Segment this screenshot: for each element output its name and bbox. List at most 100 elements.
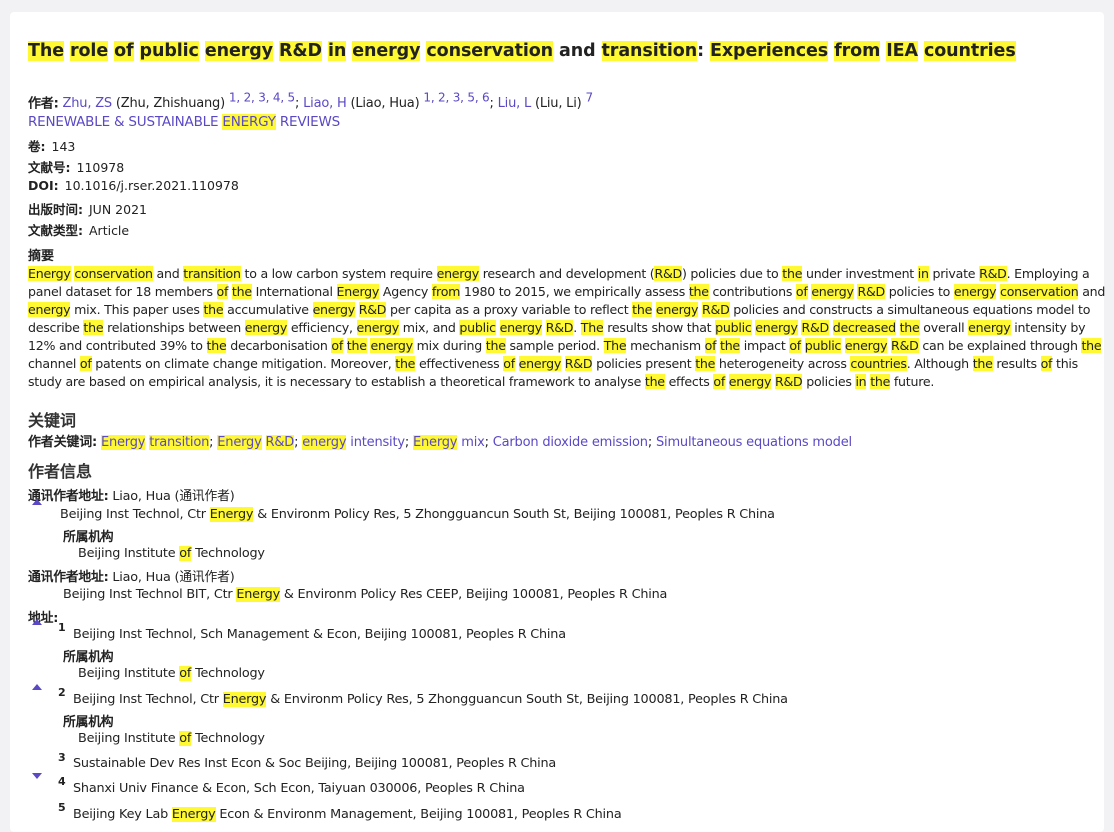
highlighted-term: the xyxy=(720,338,740,353)
highlighted-term: Energy xyxy=(171,807,216,822)
highlighted-term: Energy xyxy=(28,266,71,281)
author-affiliation-refs[interactable]: 1, 2, 3, 4, 5 xyxy=(229,91,295,105)
highlighted-term: from xyxy=(431,284,461,299)
author-full-name: (Liao, Hua) xyxy=(346,96,424,112)
author-full-name: (Zhu, Zhishuang) xyxy=(111,96,229,112)
title-term: public xyxy=(139,41,199,61)
affiliation-label: 所属机构 xyxy=(63,650,114,665)
abstract-line: energy mix. This paper uses the accumula… xyxy=(28,302,1091,317)
article-number-label: 文献号: xyxy=(28,160,71,175)
highlighted-term: R&D xyxy=(801,320,829,335)
title-term: of xyxy=(114,41,134,61)
author-link[interactable]: Liu, L xyxy=(498,96,532,111)
abstract-line: 12% and contributed 39% to the decarboni… xyxy=(28,338,1102,353)
highlighted-term: decreased xyxy=(832,320,896,335)
highlighted-term: the xyxy=(782,266,803,281)
highlighted-term: the xyxy=(83,320,104,335)
doi-label: DOI: xyxy=(28,178,59,193)
keyword-link[interactable]: Energy mix xyxy=(412,435,485,450)
journal-link[interactable]: RENEWABLE & SUSTAINABLE ENERGY REVIEWS xyxy=(28,114,340,130)
title-term: from xyxy=(834,41,881,61)
address-text: Beijing Key Lab Energy Econ & Environm M… xyxy=(73,807,622,822)
highlighted-term: R&D xyxy=(702,302,730,317)
title-term: The xyxy=(28,41,64,61)
highlighted-term: of xyxy=(789,338,801,353)
affiliation-name: Beijing Institute of Technology xyxy=(78,546,265,561)
highlighted-term: public xyxy=(804,338,842,353)
highlighted-term: conservation xyxy=(1000,284,1079,299)
highlighted-term: the xyxy=(688,284,709,299)
highlighted-term: energy xyxy=(356,320,399,335)
address-number: 5 xyxy=(58,801,66,814)
highlighted-term: the xyxy=(972,356,993,371)
highlighted-term: energy xyxy=(244,320,288,335)
address-number: 3 xyxy=(58,751,66,764)
highlighted-term: the xyxy=(870,374,891,389)
highlighted-term: R&D xyxy=(545,320,574,335)
highlighted-term: Energy xyxy=(236,587,280,602)
highlighted-term: R&D xyxy=(979,266,1007,281)
highlighted-term: R&D xyxy=(774,374,803,389)
article-number-row: 文献号: 110978 xyxy=(28,157,124,176)
author-affiliation-refs[interactable]: 7 xyxy=(585,91,593,105)
journal-name-part: REVIEWS xyxy=(275,114,341,130)
highlighted-term: The xyxy=(580,320,604,335)
keyword-link[interactable]: energy intensity xyxy=(302,435,405,450)
keyword-link[interactable]: Energy R&D xyxy=(217,435,294,450)
keyword-link[interactable]: Energy transition xyxy=(100,435,209,450)
highlighted-term: of xyxy=(795,284,808,299)
author-link[interactable]: Liao, H xyxy=(303,96,347,111)
pubdate-label: 出版时间: xyxy=(28,202,83,217)
highlighted-term: R&D xyxy=(358,302,387,317)
corresponding-address-label: 通讯作者地址: xyxy=(28,570,109,585)
keyword-link[interactable]: Simultaneous equations model xyxy=(656,435,852,450)
highlighted-term: Energy xyxy=(336,284,380,299)
triangle-up-icon[interactable] xyxy=(32,499,42,505)
highlighted-term: of xyxy=(503,356,515,371)
highlighted-term: the xyxy=(1081,338,1102,353)
highlighted-term: energy xyxy=(436,266,479,281)
highlighted-term: of xyxy=(216,284,229,299)
highlighted-term: energy xyxy=(844,338,888,353)
highlighted-term: the xyxy=(206,338,227,353)
triangle-up-icon[interactable] xyxy=(32,619,42,625)
affiliation-label: 所属机构 xyxy=(63,715,114,730)
keyword-link[interactable]: Carbon dioxide emission xyxy=(493,435,648,450)
triangle-up-icon[interactable] xyxy=(32,684,42,690)
triangle-down-icon[interactable] xyxy=(32,773,42,779)
journal-name-highlight: ENERGY xyxy=(222,114,276,130)
abstract-label: 摘要 xyxy=(28,249,55,264)
address-number: 2 xyxy=(58,686,66,699)
abstract-line: study are based on empirical analysis, i… xyxy=(28,374,935,389)
highlighted-term: of xyxy=(179,666,192,681)
highlighted-term: of xyxy=(331,338,344,353)
keywords-list: Energy transition; Energy R&D; energy in… xyxy=(100,435,852,450)
highlighted-term: energy xyxy=(499,320,542,335)
title-term: transition xyxy=(601,41,698,61)
corresponding-author-name: Liao, Hua xyxy=(112,570,171,585)
highlighted-term: Energy xyxy=(217,435,262,450)
highlighted-term: Energy xyxy=(222,692,267,707)
highlighted-term: public xyxy=(459,320,496,335)
highlighted-term: transition xyxy=(183,266,241,281)
title-term: in xyxy=(327,41,347,61)
highlighted-term: energy xyxy=(728,374,772,389)
author-link[interactable]: Zhu, ZS xyxy=(63,96,113,111)
authors-label: 作者: xyxy=(28,96,59,112)
doctype-label: 文献类型: xyxy=(28,223,83,238)
author-affiliation-refs[interactable]: 1, 2, 3, 5, 6 xyxy=(423,91,489,105)
highlighted-term: public xyxy=(715,320,752,335)
highlighted-term: the xyxy=(485,338,506,353)
highlighted-term: the xyxy=(695,356,716,371)
article-title: The role of public energy R&D in energy … xyxy=(28,41,1016,61)
highlighted-term: energy xyxy=(302,435,347,450)
highlighted-term: energy xyxy=(518,356,562,371)
highlighted-term: countries xyxy=(850,356,907,371)
highlighted-term: energy xyxy=(811,284,854,299)
corresponding-author-tag: (通讯作者) xyxy=(174,570,235,585)
highlighted-term: in xyxy=(855,374,867,389)
highlighted-term: in xyxy=(917,266,929,281)
volume-label: 卷: xyxy=(28,139,46,154)
highlighted-term: energy xyxy=(953,284,997,299)
title-term: countries xyxy=(923,41,1016,61)
